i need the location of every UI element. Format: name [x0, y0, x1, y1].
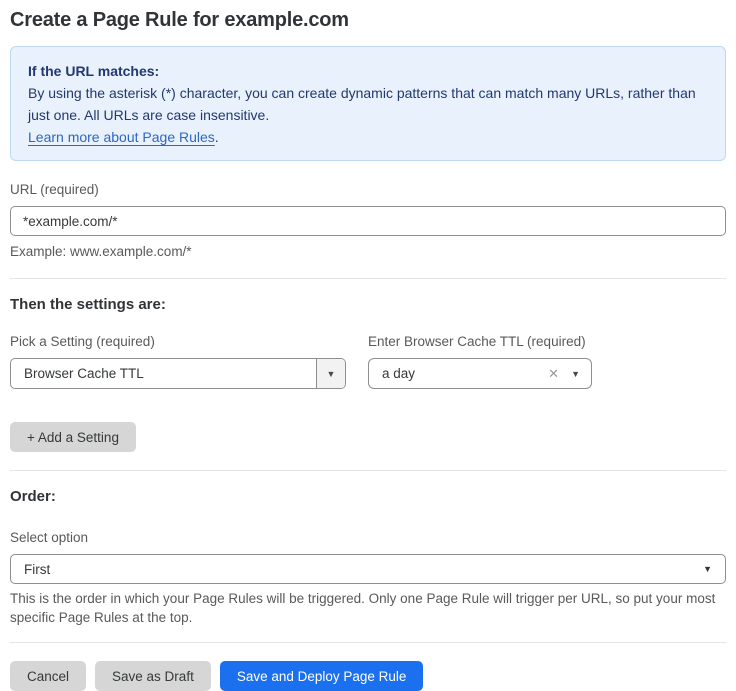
create-page-rule-form: Create a Page Rule for example.com If th…: [0, 0, 736, 691]
learn-more-link[interactable]: Learn more about Page Rules: [28, 129, 215, 145]
settings-section-heading: Then the settings are:: [10, 296, 726, 314]
info-box-heading: If the URL matches:: [28, 60, 708, 82]
setting-picker-label: Pick a Setting (required): [10, 334, 346, 350]
info-box-body: By using the asterisk (*) character, you…: [28, 82, 708, 148]
order-select-label: Select option: [10, 530, 726, 546]
setting-picker-caret-box[interactable]: ▼: [316, 359, 345, 388]
setting-picker-field: Pick a Setting (required) Browser Cache …: [10, 334, 346, 389]
cancel-button[interactable]: Cancel: [10, 661, 86, 691]
setting-picker-select[interactable]: Browser Cache TTL ▼: [10, 358, 346, 389]
settings-row: Pick a Setting (required) Browser Cache …: [10, 334, 726, 389]
ttl-picker-label: Enter Browser Cache TTL (required): [368, 334, 592, 350]
link-period: .: [215, 129, 219, 145]
order-select-value: First: [24, 562, 703, 577]
ttl-picker-select[interactable]: a day ✕ ▼: [368, 358, 592, 389]
setting-picker-value: Browser Cache TTL: [11, 359, 316, 388]
footer-actions: Cancel Save as Draft Save and Deploy Pag…: [10, 661, 726, 691]
chevron-down-icon: ▼: [327, 369, 336, 379]
url-match-info-box: If the URL matches: By using the asteris…: [10, 46, 726, 161]
url-field-label: URL (required): [10, 182, 726, 198]
divider: [10, 470, 726, 471]
add-setting-button[interactable]: + Add a Setting: [10, 422, 136, 452]
order-helper-text: This is the order in which your Page Rul…: [10, 589, 726, 627]
url-example-helper: Example: www.example.com/*: [10, 243, 726, 260]
ttl-picker-field: Enter Browser Cache TTL (required) a day…: [368, 334, 592, 389]
page-title: Create a Page Rule for example.com: [10, 7, 726, 33]
ttl-picker-value: a day: [382, 366, 548, 381]
order-select[interactable]: First ▼: [10, 554, 726, 584]
divider: [10, 278, 726, 279]
chevron-down-icon[interactable]: ▼: [571, 369, 580, 379]
save-as-draft-button[interactable]: Save as Draft: [95, 661, 211, 691]
clear-icon[interactable]: ✕: [548, 366, 559, 382]
save-and-deploy-button[interactable]: Save and Deploy Page Rule: [220, 661, 424, 691]
chevron-down-icon: ▼: [703, 564, 712, 574]
divider: [10, 642, 726, 643]
order-section-heading: Order:: [10, 488, 726, 506]
url-input[interactable]: [10, 206, 726, 236]
info-box-text: By using the asterisk (*) character, you…: [28, 85, 696, 123]
